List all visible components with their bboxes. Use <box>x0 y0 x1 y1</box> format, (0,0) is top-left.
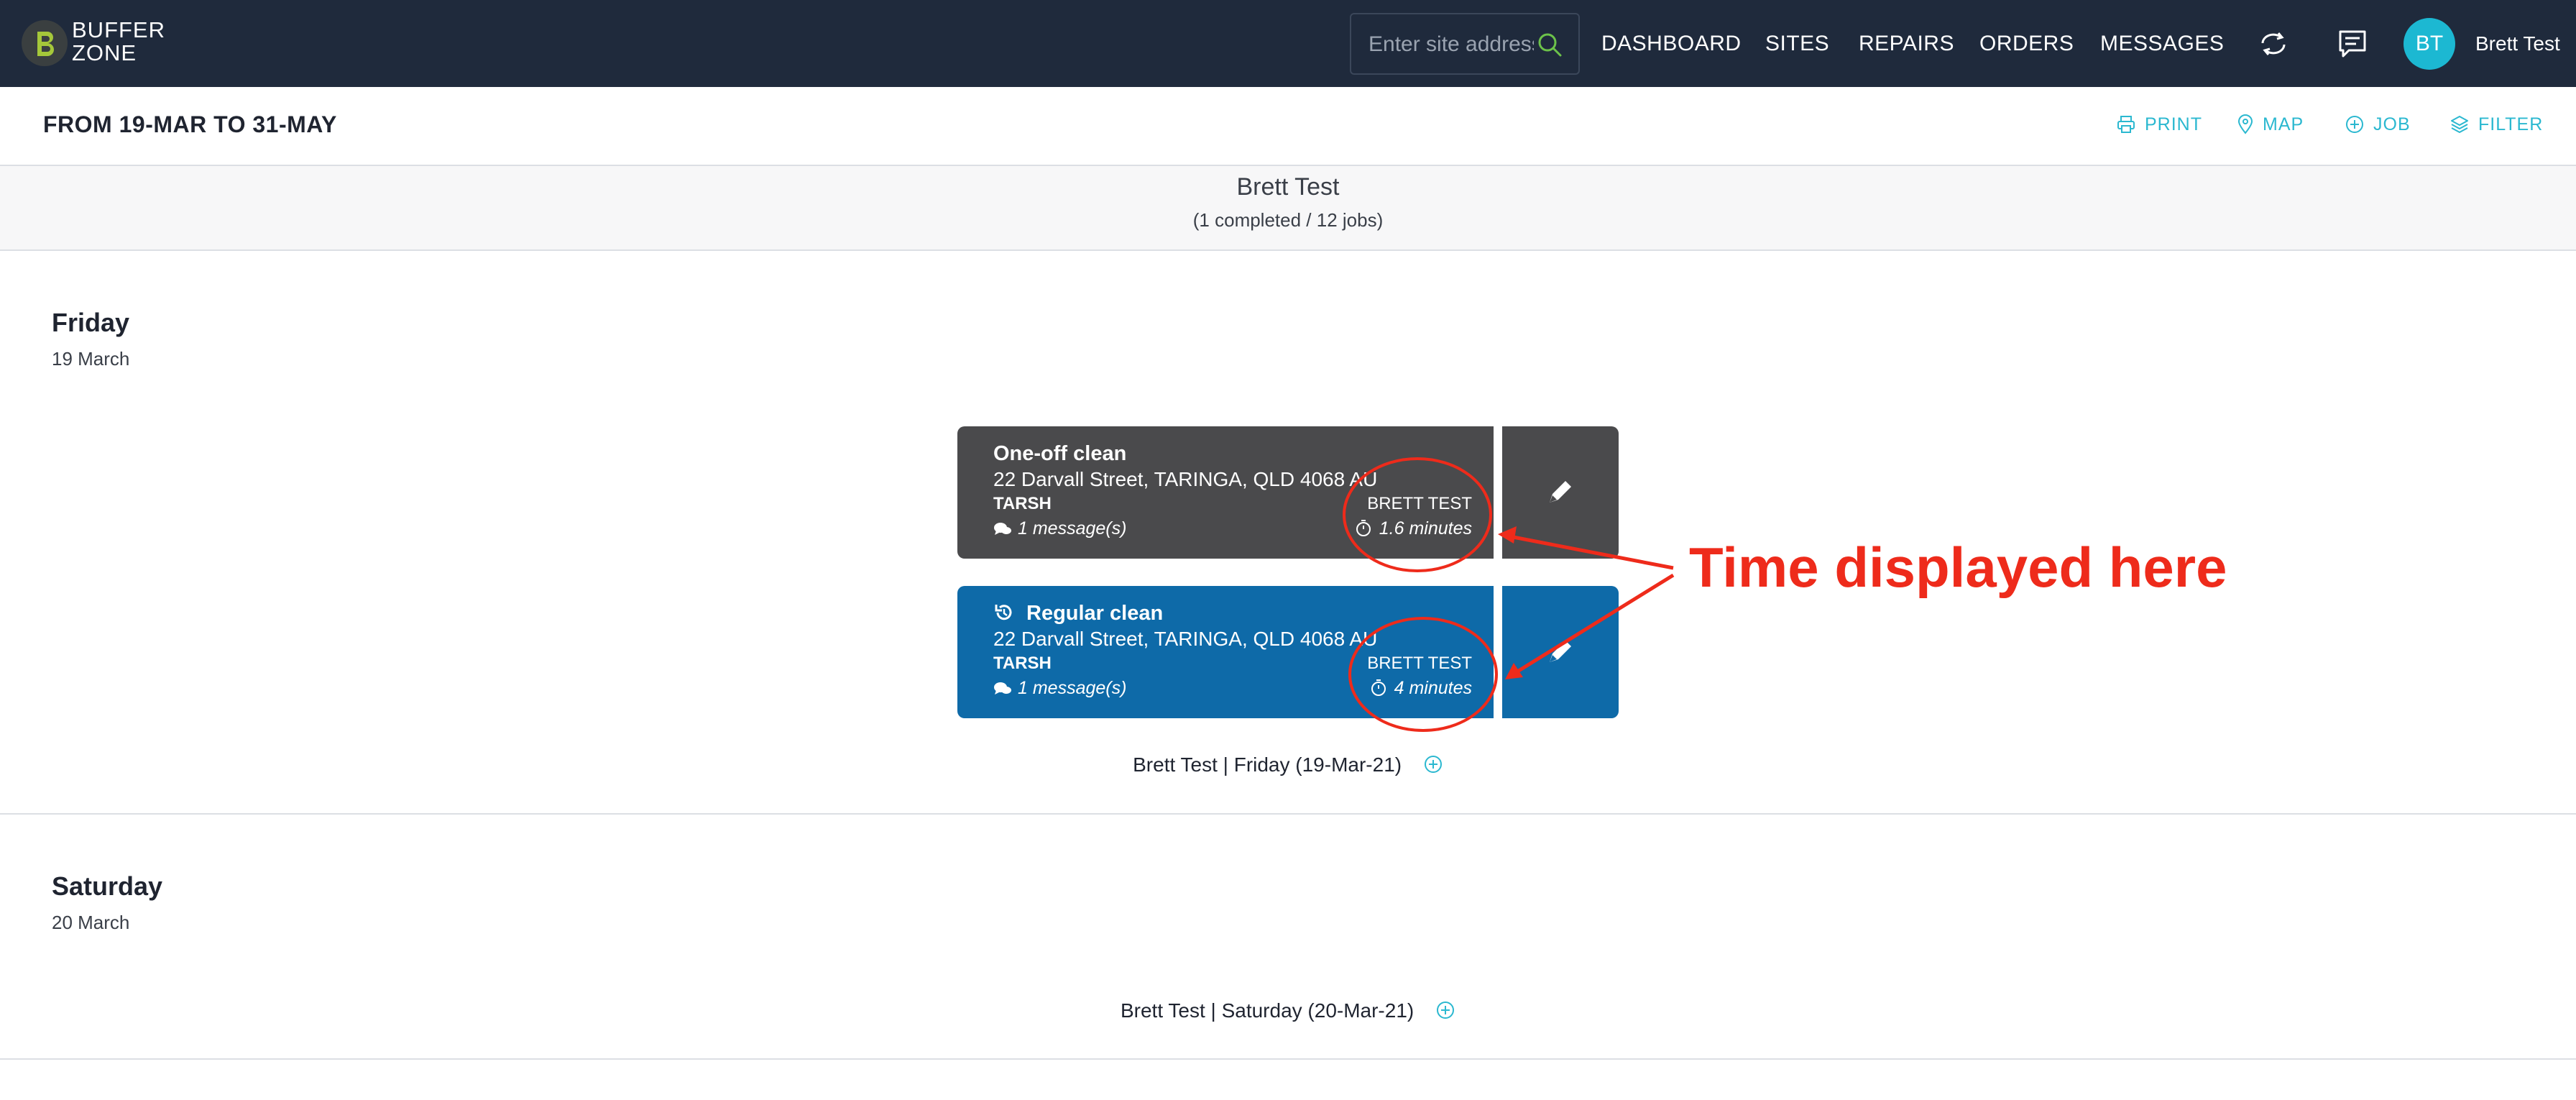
job-duration: 1.6 minutes <box>1355 518 1472 539</box>
printer-icon <box>2117 116 2135 133</box>
job-duration: 4 minutes <box>1370 678 1472 699</box>
day-date-friday: 19 March <box>52 348 130 370</box>
job-title: One-off clean <box>993 442 1127 465</box>
chat-icon[interactable] <box>2334 26 2370 62</box>
job-technician: TARSH <box>993 494 1052 513</box>
edit-job-button[interactable] <box>1502 586 1619 718</box>
job-duration-value: 4 minutes <box>1394 678 1472 698</box>
job-messages[interactable]: 1 message(s) <box>993 678 1126 699</box>
logo-wordmark: BUFFER ZONE <box>72 19 165 65</box>
day-divider <box>0 1058 2576 1060</box>
avatar[interactable]: BT <box>2404 18 2455 70</box>
job-technician: TARSH <box>993 654 1052 673</box>
job-card-body[interactable]: Regular clean 22 Darvall Street, TARINGA… <box>957 586 1494 718</box>
day-title-friday: Friday <box>52 308 130 337</box>
username[interactable]: Brett Test <box>2475 31 2560 57</box>
technician-summary: Brett Test (1 completed / 12 jobs) <box>0 166 2576 251</box>
job-messages-count: 1 message(s) <box>1018 678 1127 698</box>
add-job-label: Brett Test | Friday (19-Mar-21) <box>1133 753 1402 776</box>
plus-circle-icon[interactable] <box>1435 1000 1455 1020</box>
job-assignee: BRETT TEST <box>1367 494 1472 513</box>
pencil-icon <box>1550 641 1571 662</box>
pencil-icon <box>1550 481 1571 503</box>
add-job-row-saturday: Brett Test | Saturday (20-Mar-21) <box>0 999 2576 1022</box>
job-card[interactable]: One-off clean 22 Darvall Street, TARINGA… <box>957 426 1619 559</box>
nav-messages[interactable]: MESSAGES <box>2100 31 2224 57</box>
plus-circle-icon <box>2346 116 2363 133</box>
card-separator <box>1494 586 1502 718</box>
job-title: Regular clean <box>1026 602 1164 625</box>
map-label: MAP <box>2263 114 2304 134</box>
nav-repairs[interactable]: REPAIRS <box>1859 31 1954 57</box>
stopwatch-icon <box>1356 520 1371 536</box>
layers-icon <box>2451 116 2468 133</box>
search-icon[interactable] <box>1535 30 1564 59</box>
job-card-body[interactable]: One-off clean 22 Darvall Street, TARINGA… <box>957 426 1494 559</box>
logo-line-2: ZONE <box>72 40 137 65</box>
stopwatch-icon <box>1371 679 1386 696</box>
card-separator <box>1494 426 1502 559</box>
add-job-label: Brett Test | Saturday (20-Mar-21) <box>1120 999 1414 1022</box>
technician-job-count: (1 completed / 12 jobs) <box>1192 209 1384 231</box>
edit-job-button[interactable] <box>1502 426 1619 559</box>
day-date-saturday: 20 March <box>52 912 130 933</box>
nav-orders[interactable]: ORDERS <box>1979 31 2074 57</box>
nav-dashboard[interactable]: DASHBOARD <box>1601 31 1742 57</box>
job-address: 22 Darvall Street, TARINGA, QLD 4068 AU <box>993 628 1378 650</box>
job-card[interactable]: Regular clean 22 Darvall Street, TARINGA… <box>957 586 1619 718</box>
filter-label: FILTER <box>2478 114 2544 134</box>
day-title-saturday: Saturday <box>52 871 163 901</box>
nav-sites[interactable]: SITES <box>1765 31 1829 57</box>
print-button[interactable]: PRINT <box>2116 114 2202 135</box>
job-label: JOB <box>2373 114 2411 134</box>
logo-line-1: BUFFER <box>72 17 165 42</box>
job-messages-count: 1 message(s) <box>1018 518 1127 538</box>
top-navbar: BUFFER ZONE DASHBOARD SITES REPAIRS ORDE… <box>0 0 2576 87</box>
technician-name: Brett Test <box>1236 173 1340 201</box>
job-address: 22 Darvall Street, TARINGA, QLD 4068 AU <box>993 468 1378 490</box>
print-label: PRINT <box>2145 114 2202 134</box>
add-job-button[interactable]: JOB <box>2345 114 2411 135</box>
day-divider <box>0 813 2576 815</box>
job-assignee: BRETT TEST <box>1367 654 1472 673</box>
schedule-header: FROM 19-MAR TO 31-MAY PRINT MAP JOB FILT… <box>0 87 2576 166</box>
comments-icon <box>994 682 1011 695</box>
map-pin-icon <box>2237 114 2253 134</box>
site-search-input[interactable] <box>1368 29 1534 60</box>
plus-circle-icon[interactable] <box>1423 754 1443 774</box>
annotation-label: Time displayed here <box>1689 536 2227 599</box>
job-messages[interactable]: 1 message(s) <box>993 518 1126 539</box>
site-search <box>1350 13 1580 75</box>
comments-icon <box>994 523 1011 535</box>
buffer-zone-logo-icon[interactable] <box>20 19 69 68</box>
sync-icon[interactable] <box>2255 26 2291 62</box>
add-job-row-friday: Brett Test | Friday (19-Mar-21) <box>0 753 2576 776</box>
filter-button[interactable]: FILTER <box>2450 114 2543 135</box>
map-button[interactable]: MAP <box>2237 114 2304 135</box>
date-range-title: FROM 19-MAR TO 31-MAY <box>43 111 337 137</box>
job-duration-value: 1.6 minutes <box>1379 518 1472 538</box>
recurring-icon <box>995 605 1012 620</box>
